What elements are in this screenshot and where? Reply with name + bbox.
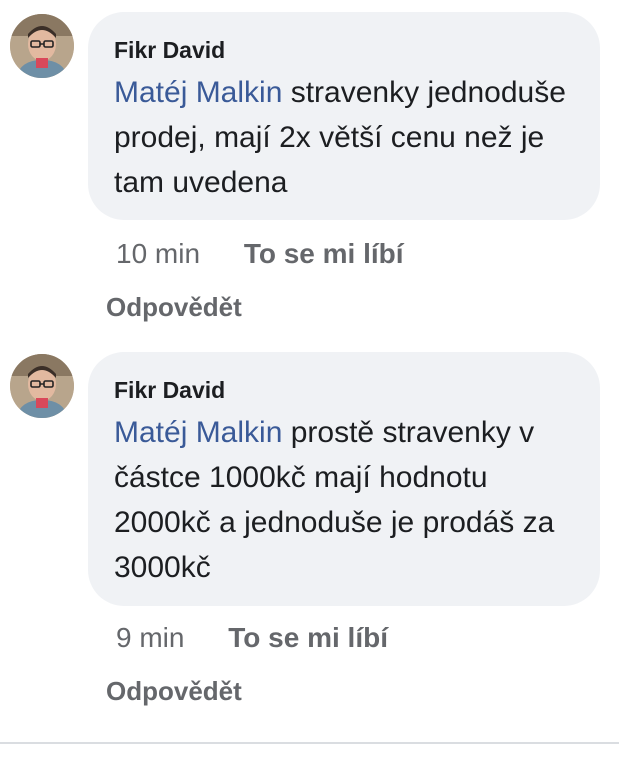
comment-meta: 10 min To se mi líbí <box>116 238 404 270</box>
comment-bubble: Fikr David Matéj Malkin stravenky jednod… <box>88 12 600 220</box>
divider <box>0 742 619 744</box>
comment-bubble: Fikr David Matéj Malkin prostě stravenky… <box>88 352 600 606</box>
mention-link[interactable]: Matéj Malkin <box>114 416 282 449</box>
comment-text: Matéj Malkin stravenky jednoduše prodej,… <box>114 70 576 205</box>
comment-time[interactable]: 10 min <box>116 238 200 269</box>
reply-button[interactable]: Odpovědět <box>106 676 242 706</box>
comment-time[interactable]: 9 min <box>116 622 184 653</box>
like-button[interactable]: To se mi líbí <box>228 622 388 653</box>
profile-photo-icon <box>10 14 74 78</box>
profile-photo-icon <box>10 354 74 418</box>
avatar[interactable] <box>10 354 74 418</box>
comment-author[interactable]: Fikr David <box>114 378 576 402</box>
comment-author[interactable]: Fikr David <box>114 38 576 62</box>
comment-text: Matéj Malkin prostě stravenky v částce 1… <box>114 410 576 590</box>
mention-link[interactable]: Matéj Malkin <box>114 76 282 109</box>
like-button[interactable]: To se mi líbí <box>244 238 404 269</box>
reply-button[interactable]: Odpovědět <box>106 292 242 322</box>
comment-meta: 9 min To se mi líbí <box>116 622 388 654</box>
avatar[interactable] <box>10 14 74 78</box>
